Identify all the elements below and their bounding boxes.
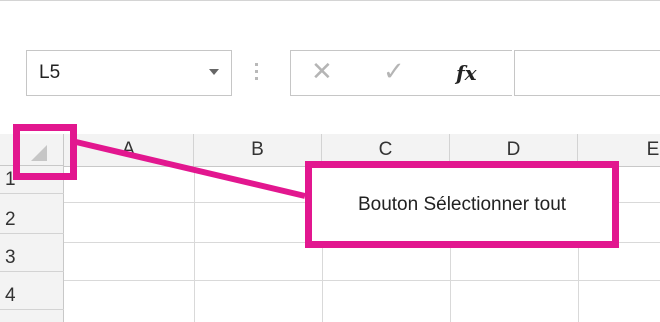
name-box-value: L5 xyxy=(39,62,61,83)
insert-function-icon[interactable]: fx xyxy=(456,61,477,85)
callout-label: Bouton Sélectionner tout xyxy=(357,193,567,215)
formula-input[interactable] xyxy=(514,50,660,96)
resize-handle-icon[interactable] xyxy=(253,63,259,83)
row-header-3[interactable]: 3 xyxy=(0,244,64,272)
chevron-down-icon[interactable] xyxy=(209,69,219,75)
excel-window: L5 ✕ ✓ fx A B C D E 1 2 3 4 Bouton Sélec… xyxy=(0,0,660,322)
row-header-2[interactable]: 2 xyxy=(0,206,64,234)
enter-check-icon[interactable]: ✓ xyxy=(383,57,405,87)
column-header-a[interactable]: A xyxy=(64,134,194,166)
column-header-b[interactable]: B xyxy=(194,134,322,166)
select-all-highlight xyxy=(13,124,77,180)
row-header-4[interactable]: 4 xyxy=(0,282,64,310)
formula-buttons: ✕ ✓ fx xyxy=(290,50,512,96)
name-box[interactable]: L5 xyxy=(26,50,232,96)
callout-box: Bouton Sélectionner tout xyxy=(305,161,619,248)
row-header-column: 1 2 3 4 xyxy=(0,166,64,322)
cancel-icon[interactable]: ✕ xyxy=(311,57,333,87)
ribbon-edge xyxy=(0,0,660,31)
